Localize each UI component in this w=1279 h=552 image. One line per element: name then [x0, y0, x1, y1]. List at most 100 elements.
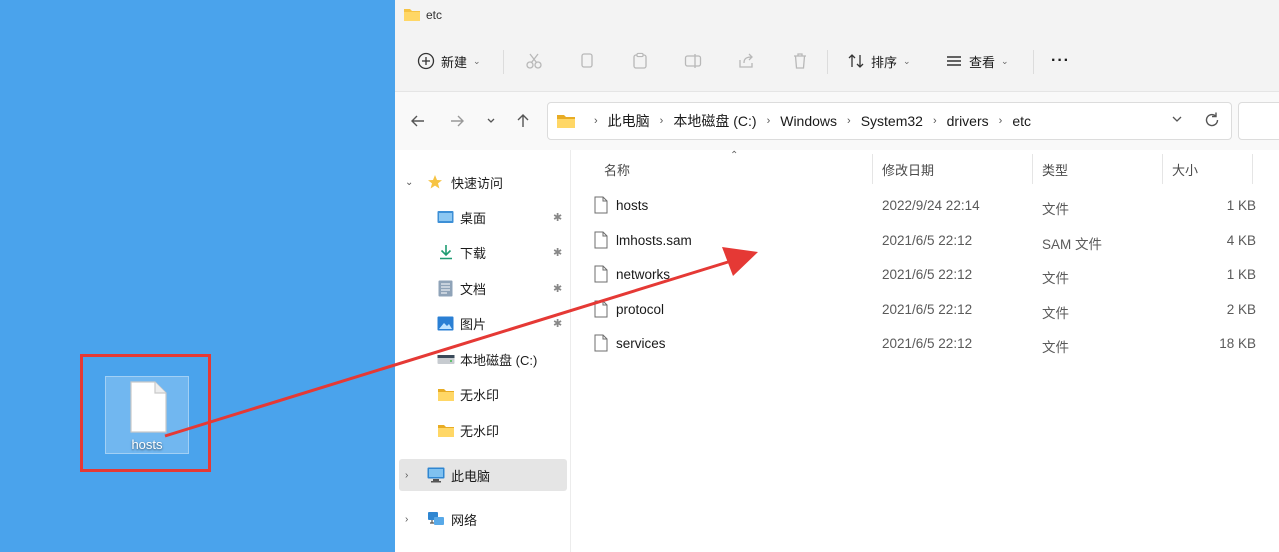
chevron-right-icon: ›	[766, 115, 771, 127]
sidebar-item-folder[interactable]: 无水印	[395, 414, 571, 446]
breadcrumb-windows[interactable]: Windows	[780, 113, 837, 129]
paste-button[interactable]	[631, 46, 649, 76]
copy-button[interactable]	[578, 46, 596, 76]
table-row[interactable]: hosts 2022/9/24 22:14 文件 1 KB	[586, 188, 1256, 222]
sidebar-item-network[interactable]: › 网络	[395, 503, 571, 535]
sidebar-item-label: 无水印	[460, 423, 500, 439]
column-divider	[872, 154, 873, 184]
file-date: 2021/6/5 22:12	[882, 267, 973, 282]
sidebar-item-pictures[interactable]: 图片 ✱	[395, 307, 571, 339]
sidebar-item-desktop[interactable]: 桌面 ✱	[395, 201, 571, 233]
folder-icon	[403, 7, 421, 25]
file-name: protocol	[616, 302, 665, 317]
document-icon	[438, 280, 453, 297]
chevron-down-icon	[1172, 116, 1182, 122]
divider	[503, 50, 504, 74]
column-divider	[1162, 154, 1163, 184]
recent-locations-button[interactable]	[480, 110, 502, 132]
highlight-box	[80, 354, 211, 472]
table-row[interactable]: networks 2021/6/5 22:12 文件 1 KB	[586, 257, 1256, 291]
breadcrumb-system32[interactable]: System32	[861, 113, 923, 129]
network-icon	[427, 511, 445, 527]
share-button[interactable]	[737, 46, 755, 76]
back-button[interactable]	[407, 110, 429, 132]
computer-icon	[427, 467, 445, 483]
chevron-down-icon: ⌄	[1001, 55, 1009, 66]
pin-icon: ✱	[553, 282, 563, 295]
column-header-date[interactable]: 修改日期	[882, 160, 934, 179]
breadcrumb-etc[interactable]: etc	[1012, 113, 1031, 129]
sidebar-item-folder[interactable]: 无水印	[395, 378, 571, 410]
command-bar: 新建 ⌄ 排序 ⌄ 查看 ⌄ ···	[395, 30, 1279, 92]
file-size: 2 KB	[1226, 302, 1256, 317]
file-date: 2021/6/5 22:12	[882, 233, 973, 248]
sort-button-label: 排序	[871, 54, 898, 70]
sidebar-item-quick-access[interactable]: ⌄ 快速访问	[395, 166, 571, 198]
column-divider	[1252, 154, 1253, 184]
sidebar-item-documents[interactable]: 文档 ✱	[395, 272, 571, 304]
folder-icon	[437, 423, 455, 438]
chevron-right-icon: ›	[659, 115, 664, 127]
sidebar-item-label: 下载	[460, 245, 487, 261]
file-type: 文件	[1042, 306, 1069, 321]
sidebar-item-this-pc[interactable]: › 此电脑	[399, 459, 567, 491]
file-icon	[594, 265, 608, 286]
search-input[interactable]	[1238, 102, 1279, 140]
table-row[interactable]: protocol 2021/6/5 22:12 文件 2 KB	[586, 292, 1256, 326]
breadcrumb-local-disk[interactable]: 本地磁盘 (C:)	[673, 111, 756, 131]
download-icon	[438, 244, 454, 260]
rename-icon	[684, 52, 702, 70]
desktop: hosts	[0, 0, 395, 552]
file-list: ⌃ 名称 修改日期 类型 大小 hosts 2022/9/24 22:14 文件…	[572, 150, 1279, 552]
delete-button[interactable]	[791, 46, 809, 76]
pin-icon: ✱	[553, 317, 563, 330]
file-size: 1 KB	[1226, 198, 1256, 213]
chevron-right-icon: ›	[998, 115, 1003, 127]
breadcrumb-drivers[interactable]: drivers	[947, 113, 989, 129]
file-type: SAM 文件	[1042, 237, 1103, 252]
file-icon	[594, 334, 608, 355]
more-options-button[interactable]: ···	[1051, 46, 1070, 76]
chevron-right-icon: ›	[405, 513, 409, 525]
refresh-button[interactable]	[1203, 111, 1221, 132]
arrow-left-icon	[411, 115, 424, 127]
scissors-icon	[525, 52, 543, 70]
view-button-label: 查看	[969, 54, 996, 70]
view-button[interactable]: 查看 ⌄	[945, 46, 1009, 76]
sort-button[interactable]: 排序 ⌄	[847, 46, 911, 76]
refresh-icon	[1205, 112, 1219, 127]
chevron-down-icon: ⌄	[405, 176, 414, 188]
file-date: 2022/9/24 22:14	[882, 198, 980, 213]
sort-ascending-icon: ⌃	[730, 150, 739, 161]
sidebar-item-label: 本地磁盘 (C:)	[460, 352, 538, 368]
new-button[interactable]: 新建 ⌄	[417, 46, 481, 76]
column-header-name[interactable]: 名称	[604, 160, 630, 179]
breadcrumb: › 此电脑 › 本地磁盘 (C:) › Windows › System32 ›…	[556, 103, 1031, 139]
divider	[827, 50, 828, 74]
column-header-size[interactable]: 大小	[1172, 160, 1198, 179]
navigation-bar: › 此电脑 › 本地磁盘 (C:) › Windows › System32 ›…	[395, 92, 1279, 150]
pictures-icon	[437, 316, 454, 331]
chevron-down-icon: ⌄	[473, 55, 481, 66]
breadcrumb-this-pc[interactable]: 此电脑	[608, 111, 650, 131]
explorer-window: etc 新建 ⌄ 排序 ⌄ 查看 ⌄ ··· › 此电脑 › 本地磁盘 (C:)…	[395, 0, 1279, 552]
arrow-right-icon	[451, 115, 464, 127]
forward-button[interactable]	[446, 110, 468, 132]
sidebar-item-downloads[interactable]: 下载 ✱	[395, 236, 571, 268]
divider	[1033, 50, 1034, 74]
cut-button[interactable]	[525, 46, 543, 76]
more-icon: ···	[1051, 52, 1070, 69]
table-row[interactable]: services 2021/6/5 22:12 文件 18 KB	[586, 326, 1256, 360]
up-button[interactable]	[512, 110, 534, 132]
sidebar-item-label: 此电脑	[451, 468, 491, 484]
address-bar[interactable]: › 此电脑 › 本地磁盘 (C:) › Windows › System32 ›…	[547, 102, 1232, 140]
address-history-button[interactable]	[1171, 113, 1183, 128]
column-header-type[interactable]: 类型	[1042, 160, 1068, 179]
sidebar-item-local-disk[interactable]: 本地磁盘 (C:)	[395, 343, 571, 375]
chevron-right-icon: ›	[847, 115, 851, 127]
sidebar-item-label: 快速访问	[451, 175, 504, 191]
rename-button[interactable]	[684, 46, 702, 76]
table-row[interactable]: lmhosts.sam 2021/6/5 22:12 SAM 文件 4 KB	[586, 223, 1256, 257]
file-name: services	[616, 336, 666, 351]
file-type: 文件	[1042, 202, 1069, 217]
